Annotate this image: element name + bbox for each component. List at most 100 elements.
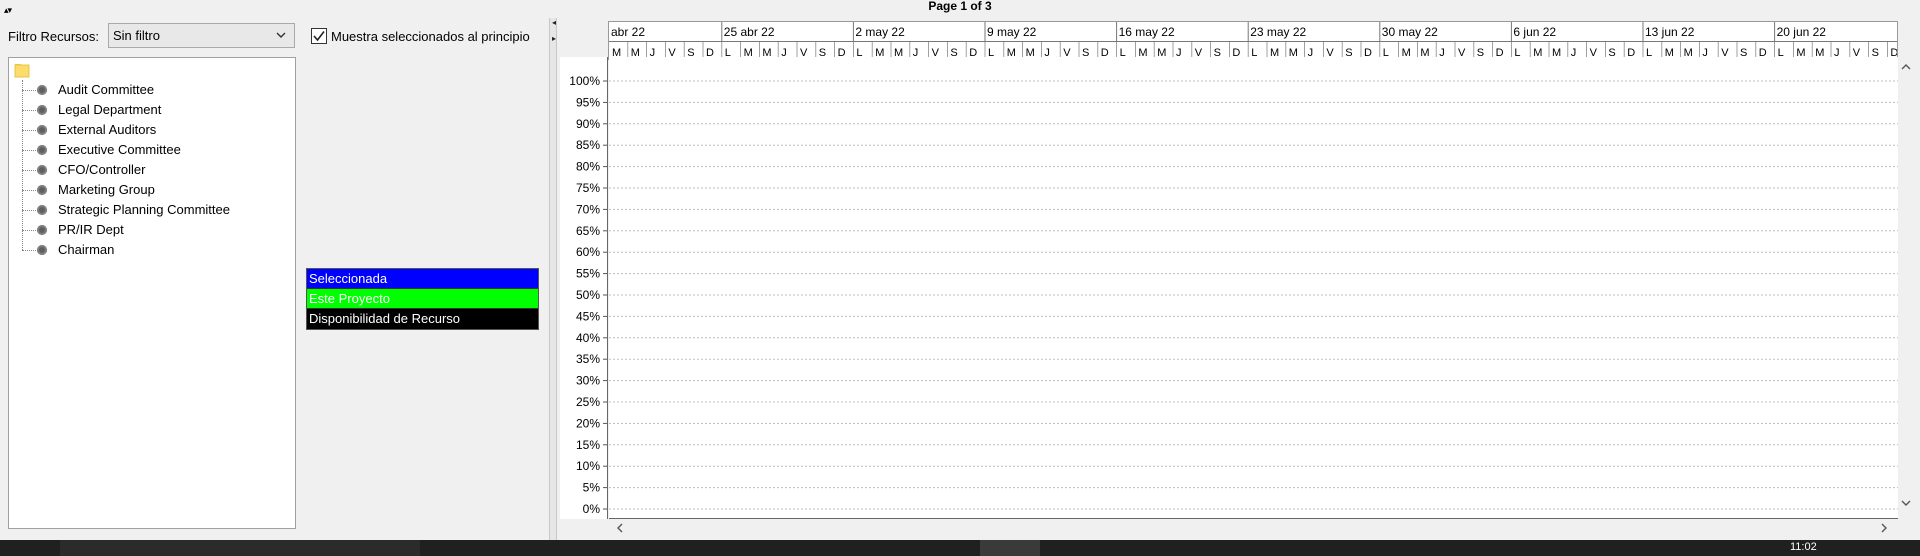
timescale-svg: MMJVSDLMMJVSDLMMJVSDLMMJVSDLMMJVSDLMMJVS… [609,22,1897,59]
y-tick-label: 85% [576,138,600,152]
y-tick-label: 50% [576,288,600,302]
resource-item-label: External Auditors [58,122,157,137]
tree-connector [22,190,36,191]
y-tick-label: 25% [576,395,600,409]
scroll-up-icon[interactable] [1898,61,1914,77]
show-selected-first-label: Muestra seleccionados al principio [331,29,530,44]
resource-item[interactable]: Chairman [22,240,292,260]
y-tick-label: 75% [576,181,600,195]
y-axis-svg: 100% 95% 90% 85% 80% 75% 70% 65% 60% 55% 50% 45% 40%… [569,74,607,516]
resource-item[interactable]: CFO/Controller [22,160,292,180]
resource-bullet-icon [37,205,47,215]
resource-item[interactable]: PR/IR Dept [22,220,292,240]
y-tick-label: 10% [576,459,600,473]
y-tick-label: 70% [576,202,600,216]
y-tick-label: 0% [583,502,601,516]
tree-connector [22,90,36,91]
splitter-right-arrow-icon[interactable]: ▸ [552,34,556,43]
y-tick-label: 90% [576,117,600,131]
resource-item-label: Executive Committee [58,142,181,157]
resource-bullet-icon [37,185,47,195]
week-tick-label: 30 may 22 [1382,25,1438,39]
week-tick-label: 2 may 22 [855,25,905,39]
resource-item-label: Marketing Group [58,182,155,197]
resource-item[interactable]: Executive Committee [22,140,292,160]
y-tick-label: 45% [576,309,600,323]
show-selected-first-checkbox[interactable] [311,28,327,44]
y-tick-label: 80% [576,160,600,174]
timescale-header: MMJVSDLMMJVSDLMMJVSDLMMJVSDLMMJVSDLMMJVS… [608,21,1898,60]
resource-bullet-icon [37,165,47,175]
tree-connector [22,170,36,171]
resource-bullet-icon [37,225,47,235]
folder-icon[interactable] [14,62,30,78]
resource-filter-dropdown[interactable]: Sin filtro [108,23,295,48]
resource-bullet-icon [37,145,47,155]
y-tick-label: 30% [576,374,600,388]
plot-svg [609,80,1898,510]
resource-filter-label: Filtro Recursos: [8,29,100,44]
y-tick-label: 35% [576,352,600,366]
legend-this-project: Este Proyecto [307,289,538,309]
y-tick-label: 5% [583,481,601,495]
week-tick-label: 20 jun 22 [1777,25,1827,39]
tree-connector [22,210,36,211]
resource-item-label: Strategic Planning Committee [58,202,230,217]
week-tick-label: 13 jun 22 [1645,25,1695,39]
resource-bullet-icon [37,245,47,255]
y-axis: 100% 95% 90% 85% 80% 75% 70% 65% 60% 55% 50% 45% 40%… [560,57,608,519]
resource-item[interactable]: Strategic Planning Committee [22,200,292,220]
resource-item-label: Legal Department [58,102,162,117]
vertical-scrollbar[interactable] [1898,57,1914,519]
week-tick-label: 6 jun 22 [1513,25,1556,39]
resource-item-label: Audit Committee [58,82,155,97]
tree-connector [22,130,36,131]
pane-splitter[interactable]: ◂ ▸ [549,18,557,540]
resource-bullet-icon [37,125,47,135]
tree-connector [22,230,36,231]
resource-filter-value: Sin filtro [113,28,160,43]
legend-resource-availability: Disponibilidad de Recurso [307,309,538,329]
legend-selected: Seleccionada [307,269,538,289]
resource-item[interactable]: External Auditors [22,120,292,140]
splitter-left-arrow-icon[interactable]: ◂ [552,18,556,27]
chart-legend: Seleccionada Este Proyecto Disponibilida… [306,268,539,330]
resource-item-label: Chairman [58,242,115,257]
plot-area[interactable] [609,57,1898,519]
week-tick-label: 16 may 22 [1119,25,1175,39]
resource-tree[interactable]: Audit Committee Legal Department External … [8,57,296,529]
resource-bullet-icon [37,105,47,115]
taskbar-apps-area[interactable] [60,540,420,556]
y-tick-label: 100% [569,74,600,88]
collapse-arrows-icon[interactable]: ▴▾ [4,6,12,15]
scroll-right-icon[interactable] [1878,521,1894,537]
resource-bullet-icon [37,85,47,95]
resource-item-label: PR/IR Dept [58,222,124,237]
taskbar-active-app[interactable] [980,540,1040,556]
scroll-left-icon[interactable] [614,521,630,537]
tree-connector [22,250,36,251]
tree-connector [22,150,36,151]
taskbar: 11:02 [0,540,1920,556]
page-header-bar: Page 1 of 3 ▴▾ [0,0,1920,16]
tree-connector [22,110,36,111]
resource-item[interactable]: Audit Committee [22,80,292,100]
week-tick-label: 25 abr 22 [724,25,775,39]
chevron-down-icon [276,24,286,39]
y-tick-label: 60% [576,245,600,259]
resource-item[interactable]: Marketing Group [22,180,292,200]
page-label: Page 1 of 3 [928,0,992,13]
resource-item-label: CFO/Controller [58,162,146,177]
taskbar-clock[interactable]: 11:02 [1790,540,1817,554]
week-tick-label: 23 may 22 [1250,25,1306,39]
week-tick-label: 9 may 22 [987,25,1037,39]
week-tick-label: abr 22 [611,25,645,39]
y-tick-label: 65% [576,224,600,238]
y-tick-label: 20% [576,416,600,430]
y-tick-label: 40% [576,331,600,345]
y-tick-label: 55% [576,267,600,281]
scroll-down-icon[interactable] [1898,497,1914,513]
horizontal-scrollbar[interactable] [608,520,1898,536]
resource-item[interactable]: Legal Department [22,100,292,120]
y-tick-label: 15% [576,438,600,452]
